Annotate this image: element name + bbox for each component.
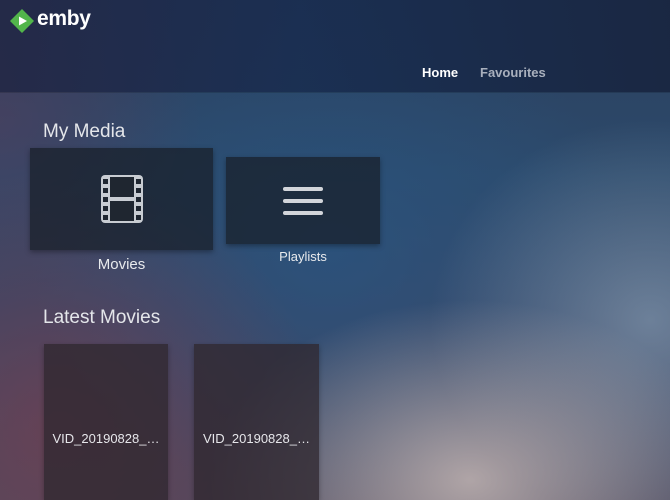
- tab-favourites[interactable]: Favourites: [480, 65, 546, 80]
- movie-title: VID_20190828_…: [203, 431, 310, 446]
- movie-title: VID_20190828_…: [52, 431, 160, 446]
- emby-logo-icon: [10, 9, 34, 33]
- media-card-playlists[interactable]: [226, 157, 380, 244]
- media-card-movies[interactable]: [30, 148, 213, 250]
- media-label-playlists: Playlists: [279, 249, 327, 264]
- movie-card[interactable]: VID_20190828_…: [194, 344, 319, 500]
- app-name: emby: [37, 7, 91, 30]
- film-icon: [100, 175, 143, 223]
- top-header: emby Home Favourites: [0, 0, 670, 92]
- movie-card[interactable]: VID_20190828_…: [44, 344, 168, 500]
- list-icon: [283, 186, 323, 215]
- emby-logo[interactable]: emby: [10, 7, 91, 33]
- media-label-movies: Movies: [97, 256, 146, 273]
- my-media-heading: My Media: [43, 121, 126, 142]
- tab-home[interactable]: Home: [422, 65, 458, 80]
- latest-movies-heading: Latest Movies: [43, 307, 161, 328]
